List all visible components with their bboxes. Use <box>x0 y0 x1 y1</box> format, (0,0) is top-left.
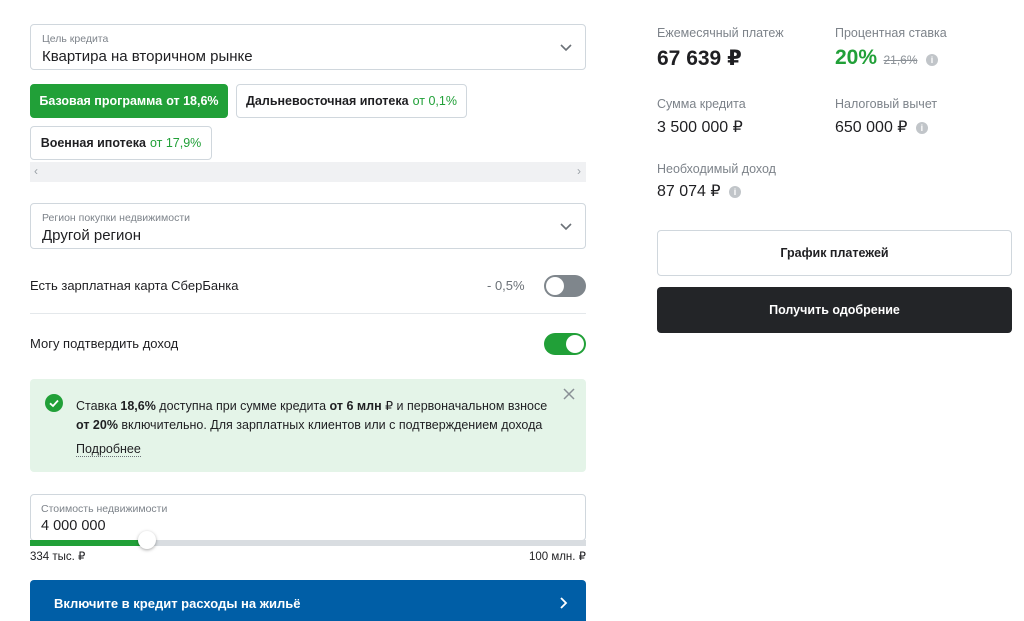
notice-more-link[interactable]: Подробнее <box>76 442 141 457</box>
property-cost-label: Стоимость недвижимости <box>41 503 168 515</box>
chevron-down-icon <box>560 44 572 52</box>
tax-deduction-value: 650 000 ₽ <box>835 119 908 136</box>
close-icon[interactable] <box>562 387 576 401</box>
region-label: Регион покупки недвижимости <box>42 212 191 224</box>
get-approval-button[interactable]: Получить одобрение <box>657 287 1012 333</box>
required-income-value: 87 074 ₽ <box>657 183 721 200</box>
required-income-label: Необходимый доход <box>657 162 776 176</box>
check-circle-icon <box>45 394 63 412</box>
interest-rate-old: 21,6% <box>883 53 918 67</box>
interest-rate-label: Процентная ставка <box>835 26 947 40</box>
slider-handle[interactable] <box>138 531 156 549</box>
required-income: 87 074 ₽ i <box>657 181 742 201</box>
loan-purpose-select[interactable]: Цель кредита Квартира на вторичном рынке <box>30 24 586 70</box>
include-expenses-button[interactable]: Включите в кредит расходы на жильё <box>30 580 586 621</box>
program-name: Дальневосточная ипотека <box>246 94 409 108</box>
program-rate: от 0,1% <box>412 94 457 108</box>
monthly-payment-value: 67 639 ₽ <box>657 47 742 70</box>
rate-notice: Ставка 18,6% доступна при сумме кредита … <box>30 379 586 472</box>
divider <box>30 313 586 314</box>
property-cost-slider[interactable] <box>30 540 586 546</box>
salary-card-label: Есть зарплатная карта СберБанка <box>30 278 239 293</box>
property-cost-value[interactable]: 4 000 000 <box>41 518 106 534</box>
property-cost-field[interactable]: Стоимость недвижимости 4 000 000 <box>30 494 586 541</box>
program-chip-military[interactable]: Военная ипотека от 17,9% <box>30 126 212 160</box>
monthly-payment-label: Ежемесячный платеж <box>657 26 784 40</box>
interest-rate-value: 20% <box>835 46 878 69</box>
chevron-down-icon <box>560 223 572 231</box>
info-icon[interactable]: i <box>925 53 938 66</box>
include-expenses-label: Включите в кредит расходы на жильё <box>54 596 301 611</box>
income-confirm-toggle[interactable] <box>544 333 586 355</box>
scroll-left-icon[interactable]: ‹ <box>34 164 38 178</box>
loan-amount-label: Сумма кредита <box>657 97 746 111</box>
info-icon[interactable]: i <box>915 121 928 134</box>
slider-fill <box>30 540 147 546</box>
program-name: Базовая программа <box>39 94 163 108</box>
slider-max: 100 млн. ₽ <box>528 551 586 563</box>
salary-card-discount: - 0,5% <box>487 278 525 293</box>
income-confirm-label: Могу подтвердить доход <box>30 336 179 351</box>
chevron-right-icon <box>560 597 568 609</box>
info-icon[interactable]: i <box>729 185 742 198</box>
tax-deduction: 650 000 ₽ i <box>835 117 928 137</box>
payment-schedule-label: График платежей <box>780 246 889 260</box>
region-value: Другой регион <box>42 227 142 244</box>
region-select[interactable]: Регион покупки недвижимости Другой регио… <box>30 203 586 249</box>
loan-amount-value: 3 500 000 ₽ <box>657 119 743 136</box>
slider-min: 334 тыс. ₽ <box>30 551 86 563</box>
program-chip-far-east[interactable]: Дальневосточная ипотека от 0,1% <box>236 84 467 118</box>
interest-rate: 20% 21,6% i <box>835 46 938 70</box>
program-chip-base[interactable]: Базовая программа от 18,6% <box>30 84 228 118</box>
get-approval-label: Получить одобрение <box>769 303 900 317</box>
program-rate: от 17,9% <box>149 136 202 150</box>
programs-scrollbar[interactable]: ‹ › <box>30 162 586 182</box>
salary-card-toggle[interactable] <box>544 275 586 297</box>
loan-purpose-value: Квартира на вторичном рынке <box>42 48 253 65</box>
program-name: Военная ипотека <box>40 136 146 150</box>
tax-deduction-label: Налоговый вычет <box>835 97 938 111</box>
loan-purpose-label: Цель кредита <box>42 33 109 45</box>
program-rate: от 18,6% <box>166 94 219 108</box>
notice-text: Ставка 18,6% доступна при сумме кредита … <box>76 399 548 432</box>
payment-schedule-button[interactable]: График платежей <box>657 230 1012 276</box>
scroll-right-icon[interactable]: › <box>577 164 581 178</box>
